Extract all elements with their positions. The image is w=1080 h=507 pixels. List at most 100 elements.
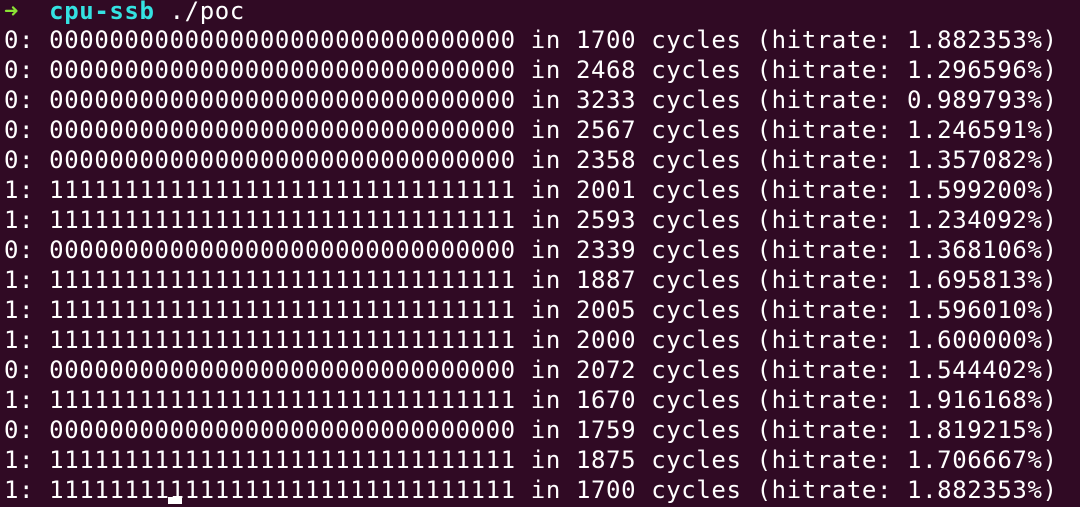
hitrate-text: (hitrate: 1.544402%) xyxy=(756,356,1058,384)
bit-value: 1: xyxy=(4,266,35,294)
in-word: in xyxy=(530,176,561,204)
in-word: in xyxy=(530,86,561,114)
bit-value: 1: xyxy=(4,476,35,504)
bit-value: 0: xyxy=(4,86,35,114)
hitrate-text: (hitrate: 1.916168%) xyxy=(756,386,1058,414)
cycles-word: cycles xyxy=(651,446,742,474)
in-word: in xyxy=(530,236,561,264)
cycles-word: cycles xyxy=(651,56,742,84)
cycle-count: 1700 xyxy=(575,476,637,504)
in-word: in xyxy=(530,26,561,54)
bit-value: 0: xyxy=(4,356,35,384)
cycle-count: 1670 xyxy=(575,386,637,414)
output-line: 1: 1111111111111111111111111111111 in 16… xyxy=(4,385,1080,415)
cycle-count: 2339 xyxy=(575,236,637,264)
bit-value: 1: xyxy=(4,176,35,204)
cycles-word: cycles xyxy=(651,416,742,444)
terminal-window[interactable]: ➜ cpu-ssb ./poc 0: 000000000000000000000… xyxy=(0,0,1080,504)
cycle-count: 2358 xyxy=(575,146,637,174)
hitrate-text: (hitrate: 1.882353%) xyxy=(756,26,1058,54)
bit-string: 1111111111111111111111111111111 xyxy=(49,266,516,294)
bit-string: 1111111111111111111111111111111 xyxy=(49,476,516,504)
cycle-count: 2072 xyxy=(575,356,637,384)
cycle-count: 2001 xyxy=(575,176,637,204)
bit-value: 0: xyxy=(4,416,35,444)
output-line: 1: 1111111111111111111111111111111 in 17… xyxy=(4,475,1080,505)
bit-value: 0: xyxy=(4,56,35,84)
in-word: in xyxy=(530,146,561,174)
hitrate-text: (hitrate: 1.819215%) xyxy=(756,416,1058,444)
bit-string: 0000000000000000000000000000000 xyxy=(49,416,516,444)
hitrate-text: (hitrate: 1.296596%) xyxy=(756,56,1058,84)
cycles-word: cycles xyxy=(651,26,742,54)
output-line: 0: 0000000000000000000000000000000 in 20… xyxy=(4,355,1080,385)
bit-string: 0000000000000000000000000000000 xyxy=(49,356,516,384)
output-line: 0: 0000000000000000000000000000000 in 23… xyxy=(4,235,1080,265)
prompt-directory: cpu-ssb xyxy=(49,0,155,25)
output-line: 0: 0000000000000000000000000000000 in 17… xyxy=(4,415,1080,445)
cycles-word: cycles xyxy=(651,206,742,234)
hitrate-text: (hitrate: 1.600000%) xyxy=(756,326,1058,354)
bit-string: 1111111111111111111111111111111 xyxy=(49,206,516,234)
in-word: in xyxy=(530,326,561,354)
bit-value: 1: xyxy=(4,446,35,474)
hitrate-text: (hitrate: 1.234092%) xyxy=(756,206,1058,234)
cycles-word: cycles xyxy=(651,236,742,264)
prompt-line: ➜ cpu-ssb ./poc xyxy=(4,0,1080,25)
hitrate-text: (hitrate: 1.599200%) xyxy=(756,176,1058,204)
in-word: in xyxy=(530,476,561,504)
cycles-word: cycles xyxy=(651,386,742,414)
cycle-count: 1700 xyxy=(575,26,637,54)
prompt-arrow-icon: ➜ xyxy=(4,0,20,25)
bit-string: 0000000000000000000000000000000 xyxy=(49,86,516,114)
hitrate-text: (hitrate: 1.706667%) xyxy=(756,446,1058,474)
cycles-word: cycles xyxy=(651,356,742,384)
bit-value: 0: xyxy=(4,146,35,174)
cycle-count: 1887 xyxy=(575,266,637,294)
bit-string: 1111111111111111111111111111111 xyxy=(49,446,516,474)
bit-string: 1111111111111111111111111111111 xyxy=(49,326,516,354)
hitrate-text: (hitrate: 1.246591%) xyxy=(756,116,1058,144)
in-word: in xyxy=(530,356,561,384)
cycle-count: 1759 xyxy=(575,416,637,444)
output-line: 1: 1111111111111111111111111111111 in 18… xyxy=(4,265,1080,295)
bit-value: 1: xyxy=(4,206,35,234)
output-line: 0: 0000000000000000000000000000000 in 24… xyxy=(4,55,1080,85)
bit-string: 0000000000000000000000000000000 xyxy=(49,116,516,144)
cycles-word: cycles xyxy=(651,326,742,354)
bit-value: 0: xyxy=(4,116,35,144)
in-word: in xyxy=(530,386,561,414)
bit-string: 0000000000000000000000000000000 xyxy=(49,26,516,54)
output-line: 1: 1111111111111111111111111111111 in 20… xyxy=(4,175,1080,205)
bit-string: 1111111111111111111111111111111 xyxy=(49,176,516,204)
output-line: 1: 1111111111111111111111111111111 in 20… xyxy=(4,325,1080,355)
terminal-cursor xyxy=(168,497,182,504)
cycles-word: cycles xyxy=(651,176,742,204)
hitrate-text: (hitrate: 1.357082%) xyxy=(756,146,1058,174)
output-line: 1: 1111111111111111111111111111111 in 25… xyxy=(4,205,1080,235)
bit-value: 1: xyxy=(4,326,35,354)
output-line: 0: 0000000000000000000000000000000 in 32… xyxy=(4,85,1080,115)
in-word: in xyxy=(530,116,561,144)
bit-string: 1111111111111111111111111111111 xyxy=(49,296,516,324)
cycle-count: 2005 xyxy=(575,296,637,324)
bit-string: 1111111111111111111111111111111 xyxy=(49,386,516,414)
in-word: in xyxy=(530,446,561,474)
cycle-count: 3233 xyxy=(575,86,637,114)
cycles-word: cycles xyxy=(651,266,742,294)
cycles-word: cycles xyxy=(651,116,742,144)
cycle-count: 1875 xyxy=(575,446,637,474)
cycles-word: cycles xyxy=(651,296,742,324)
output-line: 0: 0000000000000000000000000000000 in 17… xyxy=(4,25,1080,55)
hitrate-text: (hitrate: 0.989793%) xyxy=(756,86,1058,114)
in-word: in xyxy=(530,416,561,444)
in-word: in xyxy=(530,206,561,234)
output-line: 1: 1111111111111111111111111111111 in 20… xyxy=(4,295,1080,325)
hitrate-text: (hitrate: 1.596010%) xyxy=(756,296,1058,324)
cycle-count: 2000 xyxy=(575,326,637,354)
bit-string: 0000000000000000000000000000000 xyxy=(49,146,516,174)
output-line: 1: 1111111111111111111111111111111 in 18… xyxy=(4,445,1080,475)
in-word: in xyxy=(530,266,561,294)
cycle-count: 2593 xyxy=(575,206,637,234)
output-line: 0: 0000000000000000000000000000000 in 25… xyxy=(4,115,1080,145)
